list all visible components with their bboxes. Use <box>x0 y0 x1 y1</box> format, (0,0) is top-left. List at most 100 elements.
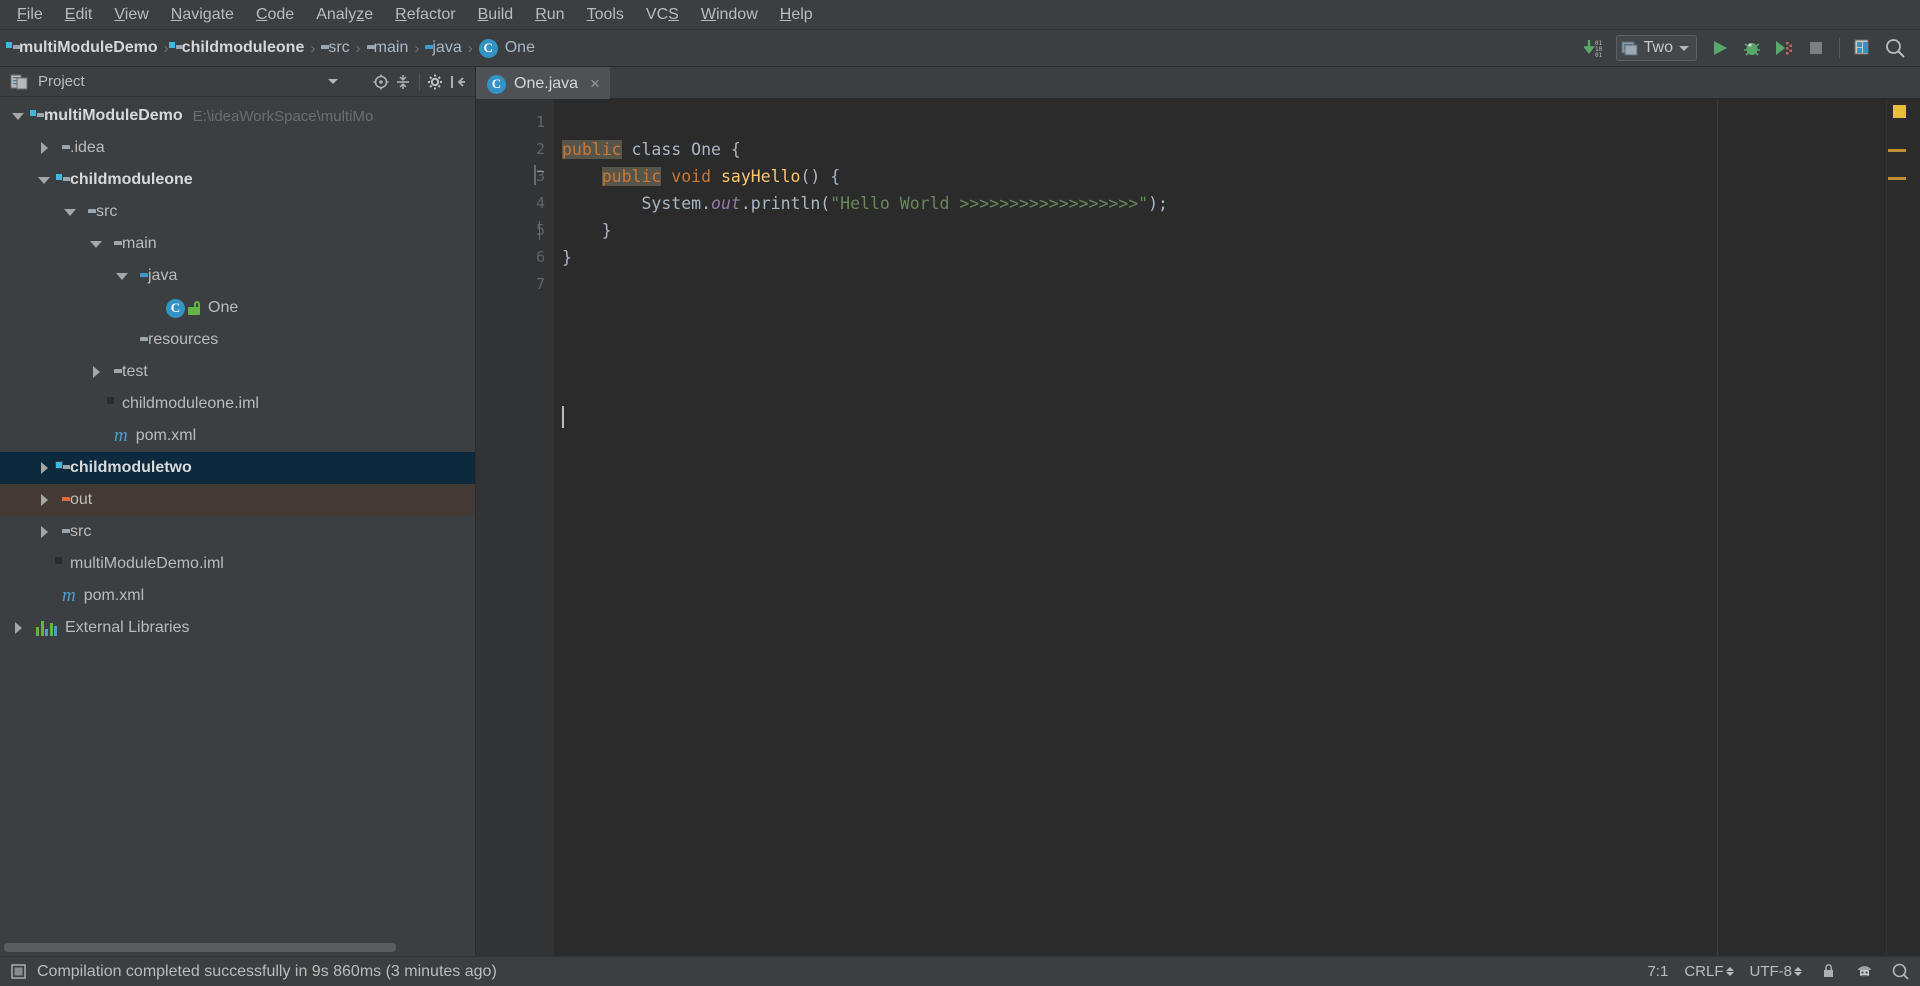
breadcrumb-item-src[interactable]: src <box>317 37 353 59</box>
fold-region-end-icon[interactable] <box>534 221 547 240</box>
tree-right-arrow-icon[interactable] <box>34 490 54 510</box>
menu-edit[interactable]: Edit <box>54 3 104 27</box>
menu-build[interactable]: Build <box>467 3 525 27</box>
menu-code[interactable]: Code <box>245 3 305 27</box>
menu-tools[interactable]: Tools <box>576 3 635 27</box>
menu-window[interactable]: Window <box>690 3 769 27</box>
stripe-warning-square[interactable] <box>1893 105 1906 118</box>
breadcrumb-item-java[interactable]: java <box>421 37 465 59</box>
tree-node-childmoduleone-iml[interactable]: childmoduleone.iml <box>0 388 475 420</box>
fold-collapse-icon[interactable] <box>534 165 547 185</box>
collapse-all-icon[interactable] <box>392 71 414 93</box>
menu-navigate[interactable]: Navigate <box>160 3 245 27</box>
tree-node-pom-xml[interactable]: m pom.xml <box>0 420 475 452</box>
maven-file-icon: m <box>62 585 76 606</box>
tree-node-java[interactable]: java <box>0 260 475 292</box>
debug-icon[interactable] <box>1737 34 1767 62</box>
tree-down-arrow-icon[interactable] <box>60 202 80 222</box>
tree-node-label: One <box>208 299 239 316</box>
java-class-icon: C <box>487 74 506 94</box>
encoding-selector[interactable]: UTF-8 <box>1750 963 1802 980</box>
tree-node-pom-xml[interactable]: m pom.xml <box>0 580 475 612</box>
caret-position[interactable]: 7:1 <box>1647 963 1668 980</box>
tree-node-out[interactable]: out <box>0 484 475 516</box>
hide-icon[interactable] <box>447 71 469 93</box>
stripe-warning-line[interactable] <box>1888 177 1906 180</box>
run-with-coverage-icon[interactable] <box>1769 34 1799 62</box>
breadcrumb-item-main[interactable]: main <box>363 37 413 59</box>
tree-node-main[interactable]: main <box>0 228 475 260</box>
tree-right-arrow-icon[interactable] <box>34 138 54 158</box>
code-token: } <box>562 221 612 240</box>
editor-gutter[interactable]: 1234567 <box>476 99 554 956</box>
tree-node-external libraries[interactable]: External Libraries <box>0 612 475 644</box>
tree-node-childmoduletwo[interactable]: childmoduletwo <box>0 452 475 484</box>
editor-vertical-scrollbar[interactable] <box>1908 99 1920 956</box>
menu-help[interactable]: Help <box>769 3 824 27</box>
tab-one-java[interactable]: C One.java × <box>476 67 610 99</box>
line-number: 4 <box>535 194 545 212</box>
project-horizontal-scrollbar[interactable] <box>4 943 396 952</box>
close-icon[interactable]: × <box>590 74 600 94</box>
search-icon[interactable] <box>1890 962 1910 982</box>
tab-bar-empty-space <box>609 67 1920 99</box>
menu-run[interactable]: Run <box>524 3 575 27</box>
tree-right-arrow-icon[interactable] <box>34 458 54 478</box>
tree-down-arrow-icon[interactable] <box>86 234 106 254</box>
tree-node-multimoduledemo-iml[interactable]: multiModuleDemo.iml <box>0 548 475 580</box>
run-icon[interactable] <box>1705 34 1735 62</box>
search-everywhere-icon[interactable] <box>1880 34 1910 62</box>
menu-file[interactable]: File <box>6 3 54 27</box>
status-bar: Compilation completed successfully in 9s… <box>0 956 1920 986</box>
tree-node-multimoduledemo[interactable]: multiModuleDemo E:\ideaWorkSpace\multiMo <box>0 100 475 132</box>
breadcrumb-separator: › <box>467 39 473 57</box>
breadcrumb-item-childmoduleone[interactable]: childmoduleone <box>167 37 309 59</box>
tree-right-arrow-icon[interactable] <box>86 362 106 382</box>
chevron-down-icon[interactable] <box>322 71 344 93</box>
tree-down-arrow-icon[interactable] <box>8 106 28 126</box>
tree-right-arrow-icon[interactable] <box>8 618 28 638</box>
menu-refactor[interactable]: Refactor <box>384 3 466 27</box>
tree-node-resources[interactable]: resources <box>0 324 475 356</box>
java-class-icon: C <box>478 38 498 58</box>
project-tree[interactable]: multiModuleDemo E:\ideaWorkSpace\multiMo.… <box>0 97 475 956</box>
tree-down-arrow-icon[interactable] <box>112 266 132 286</box>
right-margin-line <box>1717 99 1718 956</box>
run-configuration-selector[interactable]: Two <box>1615 35 1697 61</box>
error-stripe-gutter[interactable] <box>1886 99 1908 956</box>
tree-down-arrow-icon[interactable] <box>34 170 54 190</box>
tree-node-label: multiModuleDemo <box>44 107 183 124</box>
unlock-badge-icon <box>188 301 200 315</box>
menu-analyze[interactable]: Analyze <box>305 3 384 27</box>
code-token: public <box>601 167 662 186</box>
locate-icon[interactable] <box>370 71 392 93</box>
read-only-lock-icon[interactable] <box>1818 962 1838 982</box>
compile-binary-icon[interactable]: 01 10 01 <box>1580 34 1610 62</box>
stop-icon[interactable] <box>1801 34 1831 62</box>
code-token: { <box>720 140 741 159</box>
breadcrumb-item-one[interactable]: C One <box>475 37 539 60</box>
tree-node-label: childmoduletwo <box>70 459 192 476</box>
tree-right-arrow-icon[interactable] <box>34 522 54 542</box>
hector-inspection-icon[interactable] <box>1854 962 1874 982</box>
status-message-area[interactable]: Compilation completed successfully in 9s… <box>8 962 1647 982</box>
project-structure-icon[interactable] <box>1848 34 1878 62</box>
event-log-icon[interactable] <box>8 962 28 982</box>
settings-icon[interactable] <box>425 71 447 93</box>
tree-node-src[interactable]: src <box>0 196 475 228</box>
line-separator-selector[interactable]: CRLF <box>1684 963 1734 980</box>
code-viewport[interactable]: public class One { public void sayHello(… <box>554 99 1886 956</box>
tree-node-test[interactable]: test <box>0 356 475 388</box>
breadcrumb-item-multimoduledemo[interactable]: multiModuleDemo <box>5 37 162 59</box>
menu-view[interactable]: View <box>103 3 159 27</box>
tree-node--idea[interactable]: .idea <box>0 132 475 164</box>
tree-node-one[interactable]: C One <box>0 292 475 324</box>
tree-node-src[interactable]: src <box>0 516 475 548</box>
breadcrumb-label: src <box>328 39 350 56</box>
tree-node-childmoduleone[interactable]: childmoduleone <box>0 164 475 196</box>
menu-vcs[interactable]: VCS <box>635 3 690 27</box>
stripe-warning-line[interactable] <box>1888 149 1906 152</box>
code-line: public class One { <box>562 136 1886 163</box>
source-code[interactable]: public class One { public void sayHello(… <box>554 99 1886 298</box>
run-config-icon <box>1621 41 1638 56</box>
